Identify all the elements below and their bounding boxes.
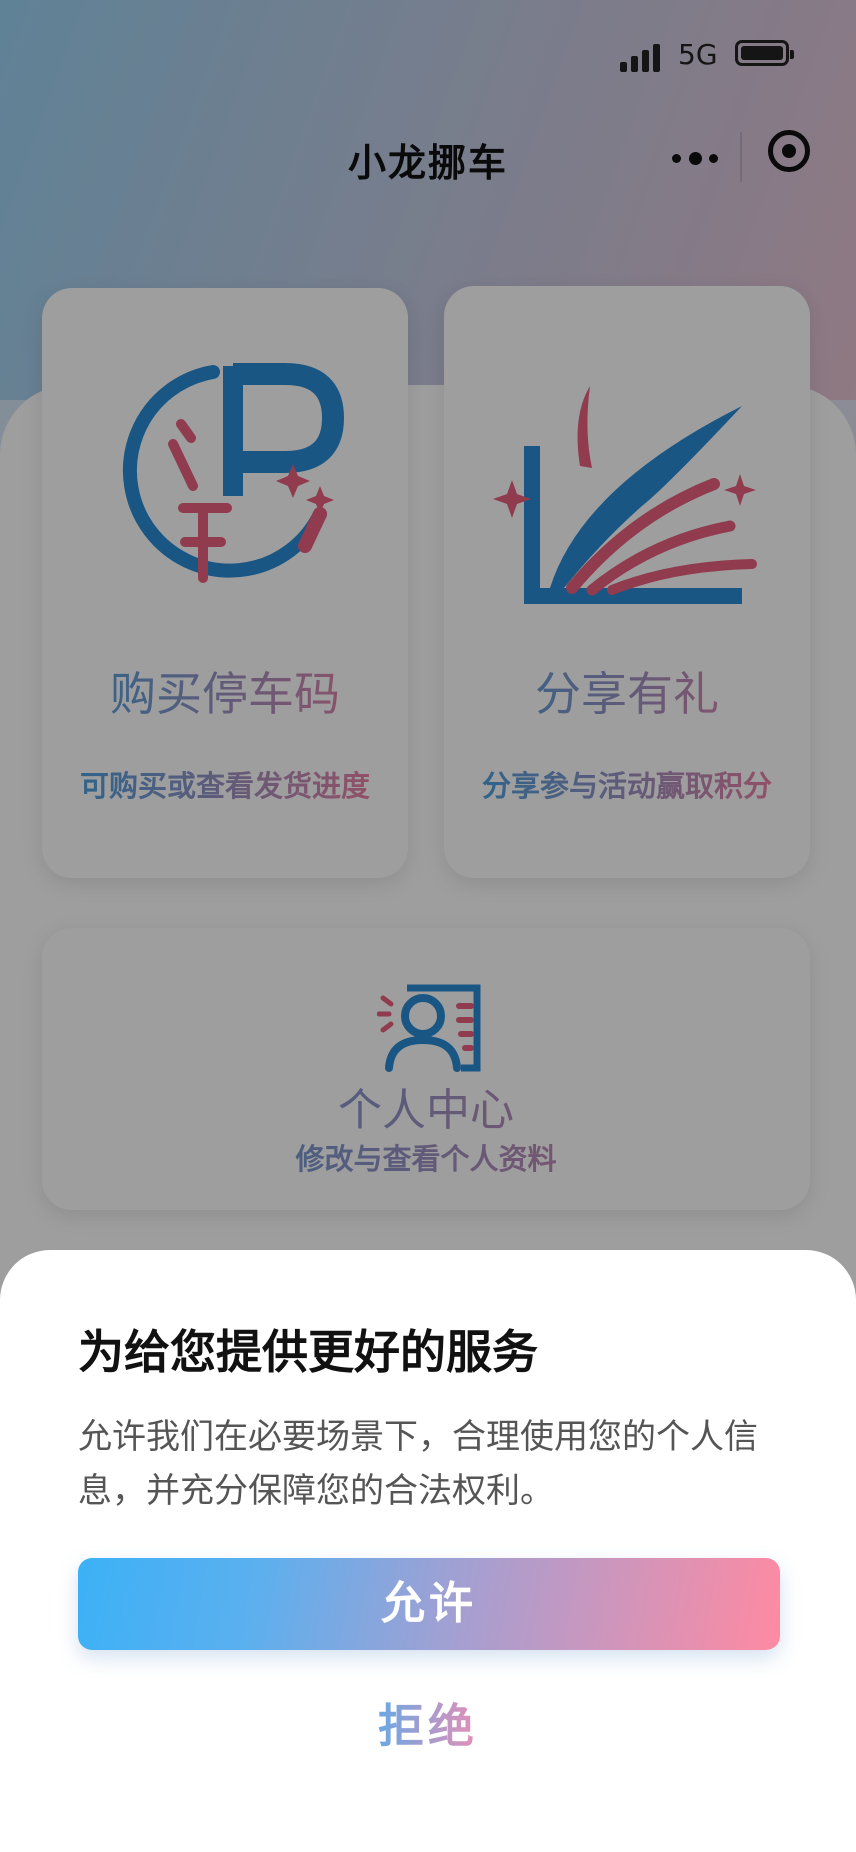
privacy-authorization-sheet: 为给您提供更好的服务 允许我们在必要场景下，合理使用您的个人信息，并充分保障您的…: [0, 1250, 856, 1852]
sheet-description: 允许我们在必要场景下，合理使用您的个人信息，并充分保障您的合法权利。: [78, 1417, 758, 1511]
reject-label: 拒绝: [378, 1699, 478, 1753]
reject-button[interactable]: 拒绝: [0, 1690, 856, 1756]
allow-button[interactable]: 允许: [78, 1558, 780, 1650]
app-screen: 5G 小龙挪车 购买停车码 可购买或查看发货进度 分享有礼 分享参与活动赢取积分…: [0, 0, 856, 1852]
sheet-title: 为给您提供更好的服务: [78, 1325, 538, 1379]
